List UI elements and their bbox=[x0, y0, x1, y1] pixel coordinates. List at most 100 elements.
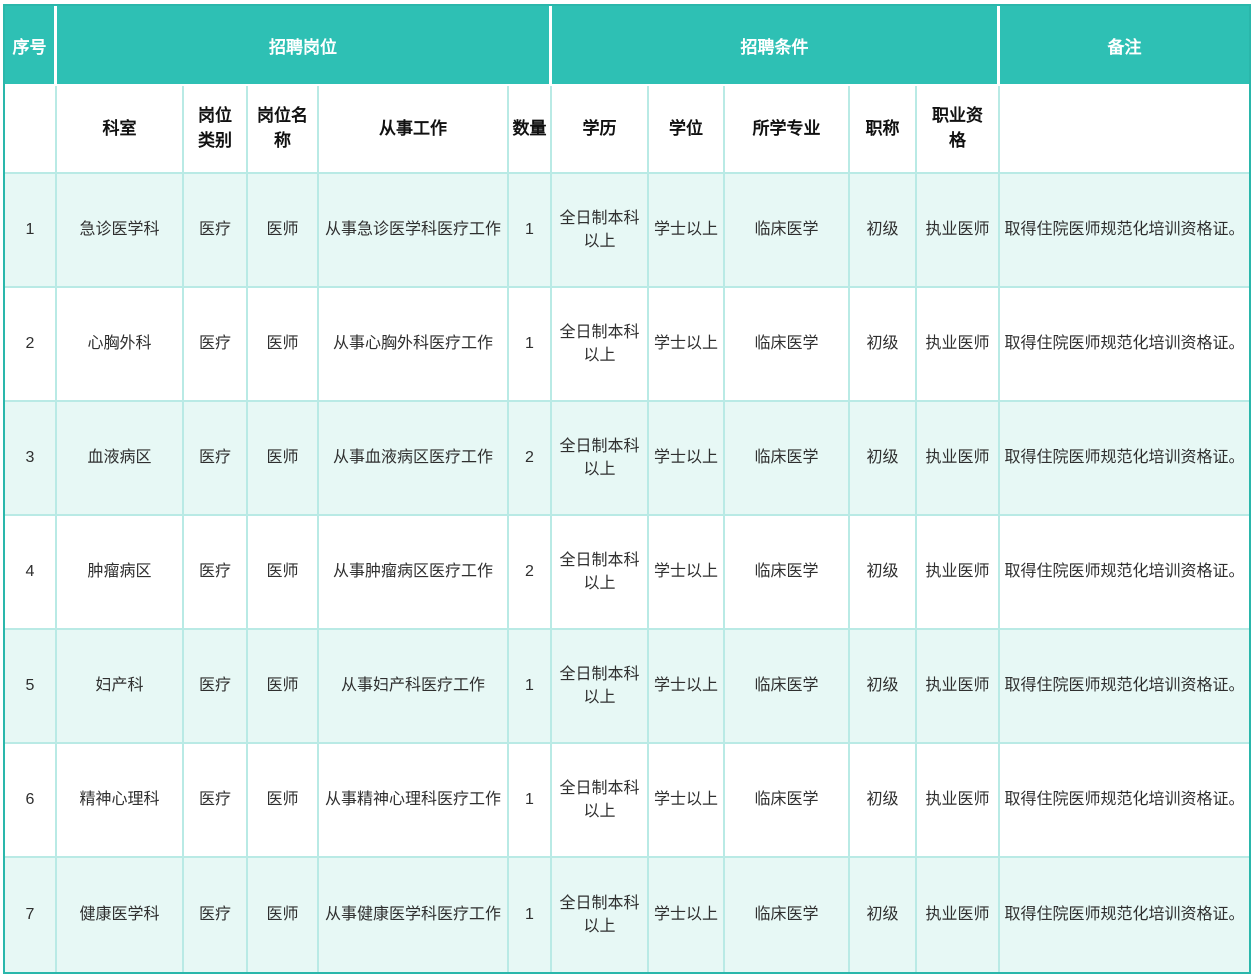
cell-position-category: 医疗 bbox=[184, 402, 248, 516]
header-group-remarks: 备注 bbox=[1000, 6, 1249, 86]
cell-qualification: 执业医师 bbox=[917, 858, 1000, 972]
cell-education: 全日制本科以上 bbox=[552, 744, 649, 858]
table-row: 1急诊医学科医疗医师从事急诊医学科医疗工作1全日制本科以上学士以上临床医学初级执… bbox=[5, 174, 1249, 288]
table-row: 3血液病区医疗医师从事血液病区医疗工作2全日制本科以上学士以上临床医学初级执业医… bbox=[5, 402, 1249, 516]
table-row: 2心胸外科医疗医师从事心胸外科医疗工作1全日制本科以上学士以上临床医学初级执业医… bbox=[5, 288, 1249, 402]
cell-qualification: 执业医师 bbox=[917, 402, 1000, 516]
cell-quantity: 1 bbox=[509, 174, 552, 288]
cell-position-name: 医师 bbox=[248, 288, 319, 402]
cell-position-name: 医师 bbox=[248, 516, 319, 630]
cell-education: 全日制本科以上 bbox=[552, 288, 649, 402]
cell-education: 全日制本科以上 bbox=[552, 516, 649, 630]
cell-quantity: 2 bbox=[509, 402, 552, 516]
cell-qualification: 执业医师 bbox=[917, 174, 1000, 288]
subheader-quantity: 数量 bbox=[509, 86, 552, 174]
cell-position-name: 医师 bbox=[248, 174, 319, 288]
cell-position-name: 医师 bbox=[248, 858, 319, 972]
cell-remark: 取得住院医师规范化培训资格证。 bbox=[1000, 744, 1249, 858]
subheader-title: 职称 bbox=[850, 86, 917, 174]
cell-index: 2 bbox=[5, 288, 57, 402]
cell-quantity: 1 bbox=[509, 744, 552, 858]
cell-major: 临床医学 bbox=[725, 858, 850, 972]
cell-degree: 学士以上 bbox=[649, 630, 725, 744]
cell-position-category: 医疗 bbox=[184, 288, 248, 402]
page: 序号 招聘岗位 招聘条件 备注 科室 岗位类别 岗位名称 从事工作 数量 学历 … bbox=[0, 0, 1251, 976]
subheader-position-category: 岗位类别 bbox=[184, 86, 248, 174]
cell-index: 6 bbox=[5, 744, 57, 858]
cell-index: 7 bbox=[5, 858, 57, 972]
cell-position-name: 医师 bbox=[248, 402, 319, 516]
cell-education: 全日制本科以上 bbox=[552, 630, 649, 744]
header-group-positions: 招聘岗位 bbox=[57, 6, 552, 86]
cell-department: 急诊医学科 bbox=[57, 174, 184, 288]
cell-remark: 取得住院医师规范化培训资格证。 bbox=[1000, 288, 1249, 402]
cell-index: 5 bbox=[5, 630, 57, 744]
cell-remark: 取得住院医师规范化培训资格证。 bbox=[1000, 858, 1249, 972]
cell-quantity: 2 bbox=[509, 516, 552, 630]
cell-job-duty: 从事妇产科医疗工作 bbox=[319, 630, 509, 744]
cell-job-duty: 从事精神心理科医疗工作 bbox=[319, 744, 509, 858]
subheader-job-duty: 从事工作 bbox=[319, 86, 509, 174]
cell-index: 4 bbox=[5, 516, 57, 630]
cell-education: 全日制本科以上 bbox=[552, 858, 649, 972]
cell-position-category: 医疗 bbox=[184, 174, 248, 288]
header-group-row: 序号 招聘岗位 招聘条件 备注 bbox=[5, 6, 1249, 86]
cell-major: 临床医学 bbox=[725, 402, 850, 516]
cell-degree: 学士以上 bbox=[649, 516, 725, 630]
cell-quantity: 1 bbox=[509, 288, 552, 402]
cell-education: 全日制本科以上 bbox=[552, 174, 649, 288]
table-body: 1急诊医学科医疗医师从事急诊医学科医疗工作1全日制本科以上学士以上临床医学初级执… bbox=[5, 174, 1249, 972]
cell-department: 血液病区 bbox=[57, 402, 184, 516]
cell-department: 肿瘤病区 bbox=[57, 516, 184, 630]
cell-position-category: 医疗 bbox=[184, 744, 248, 858]
subheader-department: 科室 bbox=[57, 86, 184, 174]
cell-degree: 学士以上 bbox=[649, 858, 725, 972]
cell-job-duty: 从事心胸外科医疗工作 bbox=[319, 288, 509, 402]
cell-title: 初级 bbox=[850, 630, 917, 744]
subheader-remarks-spacer bbox=[1000, 86, 1249, 174]
cell-title: 初级 bbox=[850, 858, 917, 972]
table-row: 6精神心理科医疗医师从事精神心理科医疗工作1全日制本科以上学士以上临床医学初级执… bbox=[5, 744, 1249, 858]
cell-major: 临床医学 bbox=[725, 288, 850, 402]
cell-department: 心胸外科 bbox=[57, 288, 184, 402]
cell-quantity: 1 bbox=[509, 858, 552, 972]
cell-major: 临床医学 bbox=[725, 630, 850, 744]
cell-degree: 学士以上 bbox=[649, 288, 725, 402]
cell-qualification: 执业医师 bbox=[917, 288, 1000, 402]
cell-title: 初级 bbox=[850, 516, 917, 630]
cell-job-duty: 从事血液病区医疗工作 bbox=[319, 402, 509, 516]
cell-department: 健康医学科 bbox=[57, 858, 184, 972]
subheader-position-name: 岗位名称 bbox=[248, 86, 319, 174]
cell-major: 临床医学 bbox=[725, 174, 850, 288]
cell-qualification: 执业医师 bbox=[917, 630, 1000, 744]
cell-title: 初级 bbox=[850, 174, 917, 288]
cell-position-name: 医师 bbox=[248, 744, 319, 858]
cell-position-category: 医疗 bbox=[184, 858, 248, 972]
cell-remark: 取得住院医师规范化培训资格证。 bbox=[1000, 516, 1249, 630]
cell-education: 全日制本科以上 bbox=[552, 402, 649, 516]
cell-degree: 学士以上 bbox=[649, 402, 725, 516]
cell-degree: 学士以上 bbox=[649, 174, 725, 288]
cell-job-duty: 从事急诊医学科医疗工作 bbox=[319, 174, 509, 288]
subheader-major: 所学专业 bbox=[725, 86, 850, 174]
header-group-index: 序号 bbox=[5, 6, 57, 86]
cell-position-category: 医疗 bbox=[184, 516, 248, 630]
cell-major: 临床医学 bbox=[725, 516, 850, 630]
cell-department: 精神心理科 bbox=[57, 744, 184, 858]
cell-degree: 学士以上 bbox=[649, 744, 725, 858]
table-row: 5妇产科医疗医师从事妇产科医疗工作1全日制本科以上学士以上临床医学初级执业医师取… bbox=[5, 630, 1249, 744]
recruitment-table: 序号 招聘岗位 招聘条件 备注 科室 岗位类别 岗位名称 从事工作 数量 学历 … bbox=[3, 4, 1251, 974]
cell-department: 妇产科 bbox=[57, 630, 184, 744]
cell-remark: 取得住院医师规范化培训资格证。 bbox=[1000, 630, 1249, 744]
table-row: 7健康医学科医疗医师从事健康医学科医疗工作1全日制本科以上学士以上临床医学初级执… bbox=[5, 858, 1249, 972]
cell-position-category: 医疗 bbox=[184, 630, 248, 744]
table-row: 4肿瘤病区医疗医师从事肿瘤病区医疗工作2全日制本科以上学士以上临床医学初级执业医… bbox=[5, 516, 1249, 630]
cell-remark: 取得住院医师规范化培训资格证。 bbox=[1000, 174, 1249, 288]
subheader-degree: 学位 bbox=[649, 86, 725, 174]
cell-major: 临床医学 bbox=[725, 744, 850, 858]
cell-position-name: 医师 bbox=[248, 630, 319, 744]
cell-qualification: 执业医师 bbox=[917, 516, 1000, 630]
cell-quantity: 1 bbox=[509, 630, 552, 744]
subheader-index-spacer bbox=[5, 86, 57, 174]
cell-qualification: 执业医师 bbox=[917, 744, 1000, 858]
